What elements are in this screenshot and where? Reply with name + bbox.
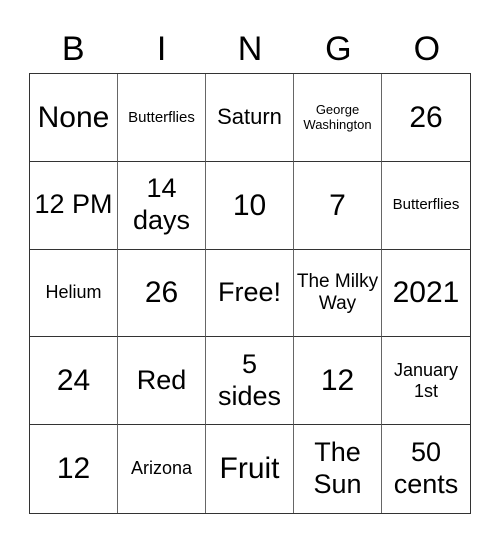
bingo-cell[interactable]: Helium	[30, 249, 118, 338]
cell-text: 26	[409, 100, 443, 134]
cell-text: The Sun	[313, 437, 362, 500]
bingo-cell[interactable]: Red	[118, 337, 206, 426]
bingo-cell[interactable]: 12 PM	[30, 161, 118, 250]
bingo-cell[interactable]: Butterflies	[382, 162, 470, 250]
free-space-cell[interactable]: Free!	[206, 249, 294, 338]
cell-text: 5 sides	[217, 348, 282, 411]
bingo-cell[interactable]: The Sun	[294, 425, 382, 513]
bingo-grid: None Butterflies Saturn George Washingto…	[29, 73, 471, 514]
bingo-cell[interactable]: 12	[30, 425, 118, 513]
bingo-cell[interactable]: 14 days	[118, 161, 206, 250]
bingo-cell[interactable]: 50 cents	[382, 425, 470, 513]
header-letter-o: O	[413, 30, 441, 68]
cell-text: 2021	[392, 276, 460, 310]
cell-text: 24	[56, 364, 91, 398]
cell-text: 50 cents	[393, 437, 459, 500]
bingo-cell[interactable]: None	[30, 74, 118, 162]
header-letter-g: G	[325, 30, 352, 68]
cell-text: 12	[56, 452, 91, 486]
bingo-cell[interactable]: 24	[30, 337, 118, 426]
cell-text: Saturn	[217, 104, 282, 130]
cell-text: Red	[136, 364, 187, 395]
bingo-cell[interactable]: 12	[294, 337, 382, 426]
bingo-cell[interactable]: 7	[294, 161, 382, 250]
bingo-cell[interactable]: January 1st	[382, 337, 470, 426]
bingo-cell[interactable]: 26	[118, 249, 206, 338]
bingo-header: B I N G O	[29, 26, 471, 72]
bingo-cell[interactable]: 5 sides	[206, 337, 294, 426]
bingo-cell[interactable]: George Washington	[294, 74, 382, 162]
cell-text: The Milky Way	[296, 270, 379, 314]
bingo-cell[interactable]: Arizona	[118, 425, 206, 513]
header-letter-i: I	[156, 30, 167, 68]
cell-text: January 1st	[393, 359, 459, 401]
cell-text: 14 days	[132, 173, 191, 236]
cell-text: 10	[232, 188, 267, 222]
cell-text: Arizona	[130, 458, 193, 479]
bingo-cell[interactable]: Saturn	[206, 74, 294, 162]
cell-text: Butterflies	[128, 108, 195, 126]
cell-text: George Washington	[303, 102, 372, 133]
cell-text: 26	[144, 276, 179, 310]
bingo-cell[interactable]: 2021	[382, 250, 470, 338]
cell-text: Fruit	[219, 452, 280, 486]
bingo-cell[interactable]: Fruit	[206, 425, 294, 513]
bingo-cell[interactable]: 10	[206, 161, 294, 250]
header-letter-b: B	[61, 30, 85, 68]
bingo-cell[interactable]: Butterflies	[118, 74, 206, 162]
cell-text: 12	[320, 364, 355, 398]
cell-text: Helium	[45, 282, 102, 303]
bingo-cell[interactable]: The Milky Way	[294, 249, 382, 338]
cell-text: Free!	[217, 277, 282, 308]
bingo-cell[interactable]: 26	[382, 74, 470, 162]
cell-text: 7	[329, 188, 346, 222]
cell-text: 12 PM	[34, 189, 113, 220]
cell-text: Butterflies	[392, 196, 460, 214]
cell-text: None	[37, 100, 110, 134]
header-letter-n: N	[237, 30, 263, 68]
